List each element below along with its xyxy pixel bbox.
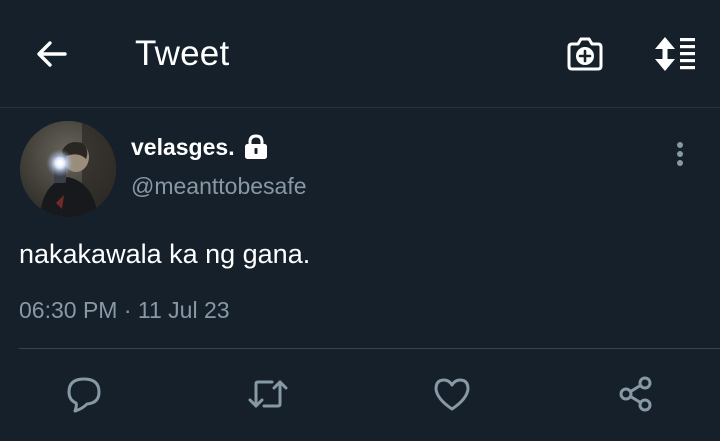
reply-button[interactable] — [60, 372, 108, 416]
retweet-icon — [246, 376, 290, 412]
sort-thread-icon — [649, 34, 699, 74]
author-name[interactable]: velasges. — [131, 133, 270, 161]
tweet-time: 06:30 PM — [19, 297, 118, 323]
back-button[interactable] — [26, 32, 78, 76]
lock-icon — [242, 134, 270, 160]
top-app-bar: Tweet — [0, 0, 720, 108]
author-name-text: velasges. — [131, 134, 235, 160]
author-handle[interactable]: @meanttobesafe — [131, 172, 307, 200]
share-icon — [616, 375, 656, 413]
camera-button[interactable] — [562, 33, 608, 75]
share-button[interactable] — [612, 372, 660, 416]
retweet-button[interactable] — [244, 372, 292, 416]
tweet-text: nakakawala ka ng gana. — [19, 239, 311, 269]
divider — [19, 348, 720, 349]
arrow-left-icon — [35, 39, 69, 69]
reply-bubble-icon — [64, 375, 104, 413]
timestamp-separator: · — [123, 297, 132, 323]
camera-plus-icon — [565, 36, 605, 72]
heart-icon — [432, 376, 472, 412]
page-title: Tweet — [135, 34, 230, 73]
tweet-timestamp: 06:30 PM · 11 Jul 23 — [19, 295, 230, 325]
more-options-button[interactable] — [664, 138, 696, 170]
avatar[interactable] — [20, 121, 116, 217]
more-vertical-icon — [676, 141, 684, 167]
tweet-date: 11 Jul 23 — [137, 297, 230, 323]
sort-replies-button[interactable] — [646, 31, 702, 77]
like-button[interactable] — [428, 372, 476, 416]
